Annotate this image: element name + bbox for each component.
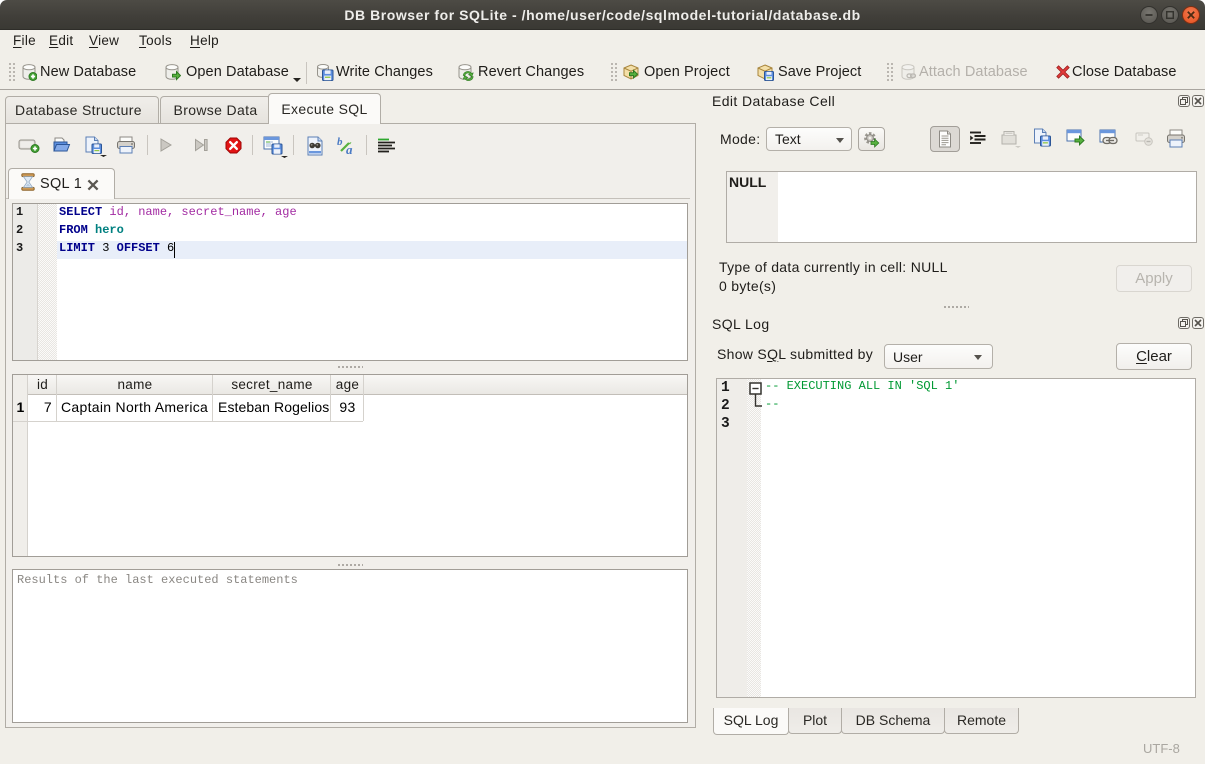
svg-text:b: b bbox=[337, 136, 343, 148]
